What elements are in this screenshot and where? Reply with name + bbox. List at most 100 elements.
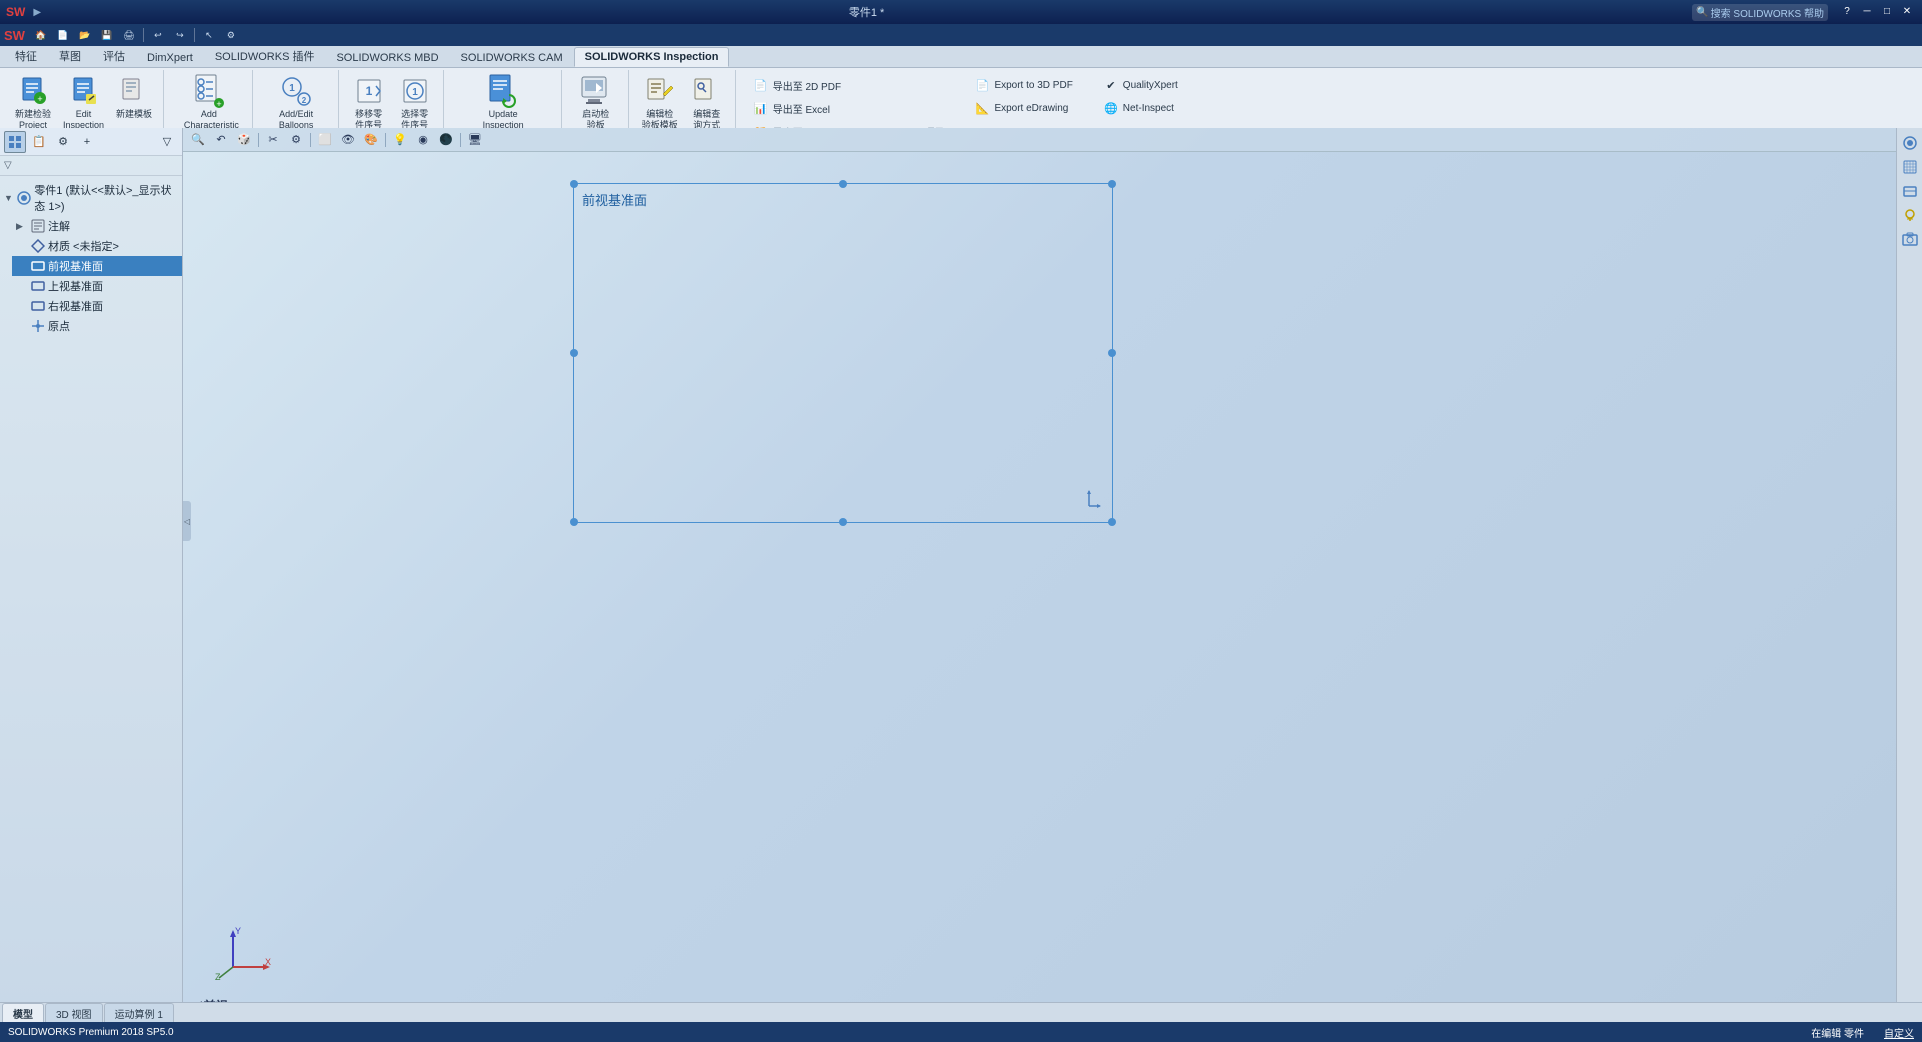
materials-label: 材质 <未指定> xyxy=(48,238,119,254)
new-btn[interactable]: 📄 xyxy=(53,26,73,44)
close-btn[interactable]: ✕ xyxy=(1898,4,1916,20)
front-plane-label: 前视基准面 xyxy=(48,258,103,274)
handle-bc[interactable] xyxy=(839,518,847,526)
zoom-to-fit-btn[interactable]: 🔍 xyxy=(187,130,209,150)
home-btn[interactable]: 🏠 xyxy=(31,26,51,44)
hide-show-btn[interactable]: 👁 xyxy=(337,130,359,150)
materials-item[interactable]: 材质 <未指定> xyxy=(12,236,182,256)
net-inspect-btn[interactable]: 🌐 Net-Inspect xyxy=(1096,97,1185,119)
section-view-btn[interactable]: ✂ xyxy=(262,130,284,150)
edit-inspection-btn[interactable]: EditInspection xyxy=(58,72,109,136)
view-setting-btn[interactable]: ⚙ xyxy=(285,130,307,150)
3d-view-btn[interactable]: 🎲 xyxy=(233,130,255,150)
top-plane-item[interactable]: 上视基准面 xyxy=(12,276,182,296)
filter-btn[interactable]: ▽ xyxy=(156,131,178,153)
pdf-icon: 📄 xyxy=(753,77,769,93)
decals-right-btn[interactable] xyxy=(1899,180,1921,202)
add-char-buttons: + AddCharacteristic xyxy=(179,72,239,136)
handle-tl[interactable] xyxy=(570,180,578,188)
open-btn[interactable]: 📂 xyxy=(75,26,95,44)
cursor-btn[interactable]: ↖ xyxy=(199,26,219,44)
export-excel-btn[interactable]: 📊 导出至 Excel xyxy=(746,97,952,119)
edit-template-btn[interactable]: 编辑检验板模板 xyxy=(637,72,683,136)
front-plane-item[interactable]: 前视基准面 xyxy=(12,256,182,276)
annotations-item[interactable]: ▶ 注解 xyxy=(12,216,182,236)
config-tab-btn[interactable]: ⚙ xyxy=(52,131,74,153)
scene-right-btn[interactable] xyxy=(1899,156,1921,178)
origin-item[interactable]: 原点 xyxy=(12,316,182,336)
display-style-btn[interactable]: ⬜ xyxy=(314,130,336,150)
tab-sw-inspection[interactable]: SOLIDWORKS Inspection xyxy=(574,47,730,67)
handle-tr[interactable] xyxy=(1108,180,1116,188)
tab-sketch[interactable]: 草图 xyxy=(48,44,92,67)
minimize-btn[interactable]: ─ xyxy=(1858,4,1876,20)
tab-features[interactable]: 特征 xyxy=(4,44,48,67)
handle-tc[interactable] xyxy=(839,180,847,188)
select-seq-btn[interactable]: 1 选择零件序号 xyxy=(393,72,437,136)
quality-xpert-btn[interactable]: ✔ QualityXpert xyxy=(1096,74,1185,96)
save-btn[interactable]: 💾 xyxy=(97,26,117,44)
qualityxpert-icon: ✔ xyxy=(1103,77,1119,93)
tab-sw-cam[interactable]: SOLIDWORKS CAM xyxy=(450,48,574,67)
scene-btn[interactable]: 💡 xyxy=(389,130,411,150)
ribbon-tabs: 特征 草图 评估 DimXpert SOLIDWORKS 插件 SOLIDWOR… xyxy=(0,46,1922,68)
collapse-handle[interactable]: ◁ xyxy=(183,501,191,541)
status-custom[interactable]: 自定义 xyxy=(1884,1025,1914,1040)
lights-right-btn[interactable] xyxy=(1899,204,1921,226)
export-excel-label: 导出至 Excel xyxy=(773,101,830,116)
svg-text:1: 1 xyxy=(365,84,372,98)
add-characteristic-btn[interactable]: + AddCharacteristic xyxy=(179,72,239,136)
netinspect-icon: 🌐 xyxy=(1103,100,1119,116)
new-inspection-btn[interactable]: + 新建检验Project xyxy=(10,72,56,136)
export-3d-pdf-btn[interactable]: 📄 Export to 3D PDF xyxy=(967,74,1079,96)
add-edit-balloons-btn[interactable]: 1 2 Add/EditBalloons xyxy=(270,72,322,136)
vt-sep-2 xyxy=(310,133,311,147)
tab-3d-view[interactable]: 3D 视图 xyxy=(45,1003,103,1023)
plus-tab-btn[interactable]: + xyxy=(76,131,98,153)
new-template-btn[interactable]: 新建模板 xyxy=(111,72,157,136)
previous-view-btn[interactable]: ↶ xyxy=(210,130,232,150)
options-btn[interactable]: ⚙ xyxy=(221,26,241,44)
maximize-btn[interactable]: □ xyxy=(1878,4,1896,20)
appearance-right-btn[interactable] xyxy=(1899,132,1921,154)
realview-btn[interactable]: ◉ xyxy=(412,130,434,150)
tab-evaluate[interactable]: 评估 xyxy=(92,44,136,67)
help-btn[interactable]: ? xyxy=(1838,4,1856,20)
inspection-project-buttons: + 新建检验Project xyxy=(10,72,157,136)
tab-motion[interactable]: 运动算例 1 xyxy=(104,1003,174,1023)
export-edrawing-btn[interactable]: 📐 Export eDrawing xyxy=(967,97,1079,119)
tree-root[interactable]: ▼ 零件1 (默认<<默认>_显示状态 1>) xyxy=(0,180,182,216)
top-expand xyxy=(16,281,28,291)
svg-text:1: 1 xyxy=(289,83,295,94)
quick-access-toolbar: SW 🏠 📄 📂 💾 🖨 ↩ ↪ ↖ ⚙ xyxy=(0,24,1922,46)
search-icon: 🔍 xyxy=(1696,7,1708,18)
cameras-right-btn[interactable] xyxy=(1899,228,1921,250)
tab-model[interactable]: 模型 xyxy=(2,1003,44,1023)
appearance-btn[interactable]: 🎨 xyxy=(360,130,382,150)
print-btn[interactable]: 🖨 xyxy=(119,26,139,44)
tab-dimxpert[interactable]: DimXpert xyxy=(136,48,204,67)
handle-mr[interactable] xyxy=(1108,349,1116,357)
export-3d-pdf-label: Export to 3D PDF xyxy=(994,80,1072,91)
tab-sw-mbd[interactable]: SOLIDWORKS MBD xyxy=(325,48,449,67)
undo-btn[interactable]: ↩ xyxy=(148,26,168,44)
net-inspect-label: Net-Inspect xyxy=(1123,103,1174,114)
export-2d-pdf-btn[interactable]: 📄 导出至 2D PDF xyxy=(746,74,952,96)
svg-text:X: X xyxy=(265,957,271,967)
launch-panel-btn[interactable]: 启动检验板 xyxy=(570,72,622,136)
export-2d-pdf-label: 导出至 2D PDF xyxy=(773,78,841,93)
move-seq-btn[interactable]: 1 移移零件序号 xyxy=(347,72,391,136)
handle-bl[interactable] xyxy=(570,518,578,526)
right-plane-item[interactable]: 右视基准面 xyxy=(12,296,182,316)
annotations-label: 注解 xyxy=(48,218,70,234)
shadows-btn[interactable]: 🌑 xyxy=(435,130,457,150)
edit-query-btn[interactable]: 编辑查询方式 xyxy=(685,72,729,136)
redo-btn[interactable]: ↪ xyxy=(170,26,190,44)
display-state-btn[interactable]: 🖥 xyxy=(464,130,486,150)
property-tab-btn[interactable]: 📋 xyxy=(28,131,50,153)
update-inspection-btn[interactable]: UpdateInspectionProject xyxy=(477,72,529,136)
tab-sw-plugins[interactable]: SOLIDWORKS 插件 xyxy=(204,44,326,67)
handle-ml[interactable] xyxy=(570,349,578,357)
handle-br[interactable] xyxy=(1108,518,1116,526)
features-tab-btn[interactable] xyxy=(4,131,26,153)
